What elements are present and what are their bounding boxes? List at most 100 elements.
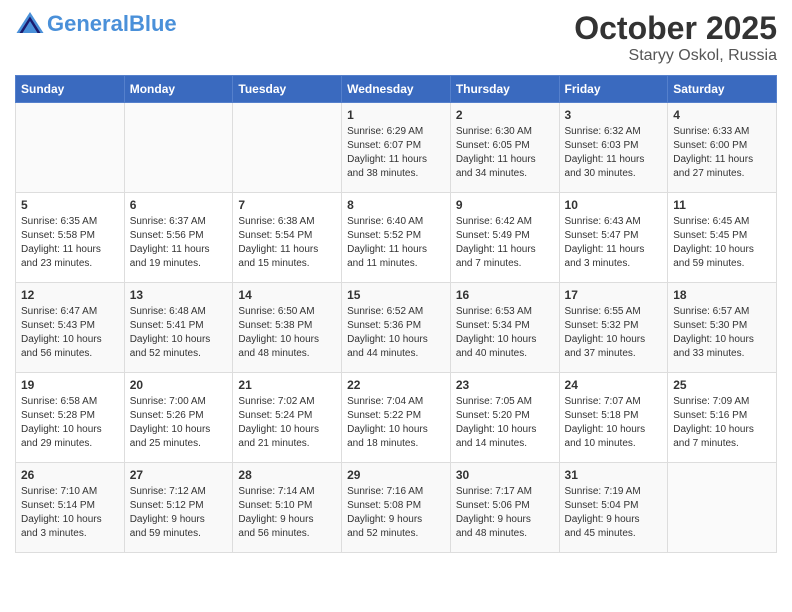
calendar-cell: 22 Sunrise: 7:04 AM Sunset: 5:22 PM Dayli…: [342, 373, 451, 463]
weekday-header-monday: Monday: [124, 76, 233, 103]
logo-icon: [15, 10, 45, 38]
day-number: 4: [673, 108, 771, 122]
day-number: 15: [347, 288, 445, 302]
calendar-cell: [124, 103, 233, 193]
calendar-cell: [233, 103, 342, 193]
calendar-week-5: 26 Sunrise: 7:10 AM Sunset: 5:14 PM Dayli…: [16, 463, 777, 553]
cell-info: Sunrise: 6:29 AM Sunset: 6:07 PM Dayligh…: [347, 125, 445, 181]
cell-info: Sunrise: 6:38 AM Sunset: 5:54 PM Dayligh…: [238, 215, 336, 271]
calendar-cell: 24 Sunrise: 7:07 AM Sunset: 5:18 PM Dayli…: [559, 373, 668, 463]
calendar-week-4: 19 Sunrise: 6:58 AM Sunset: 5:28 PM Dayli…: [16, 373, 777, 463]
weekday-header-sunday: Sunday: [16, 76, 125, 103]
calendar-cell: 5 Sunrise: 6:35 AM Sunset: 5:58 PM Daylig…: [16, 193, 125, 283]
cell-info: Sunrise: 6:35 AM Sunset: 5:58 PM Dayligh…: [21, 215, 119, 271]
calendar-cell: 17 Sunrise: 6:55 AM Sunset: 5:32 PM Dayli…: [559, 283, 668, 373]
calendar-subtitle: Staryy Oskol, Russia: [574, 47, 777, 65]
day-number: 2: [456, 108, 554, 122]
day-number: 25: [673, 378, 771, 392]
cell-info: Sunrise: 7:09 AM Sunset: 5:16 PM Dayligh…: [673, 395, 771, 451]
cell-info: Sunrise: 6:45 AM Sunset: 5:45 PM Dayligh…: [673, 215, 771, 271]
calendar-cell: 1 Sunrise: 6:29 AM Sunset: 6:07 PM Daylig…: [342, 103, 451, 193]
calendar-cell: 23 Sunrise: 7:05 AM Sunset: 5:20 PM Dayli…: [450, 373, 559, 463]
day-number: 22: [347, 378, 445, 392]
calendar-cell: 20Sunrise: 7:00 AM Sunset: 5:26 PM Dayli…: [124, 373, 233, 463]
day-number: 23: [456, 378, 554, 392]
calendar-cell: 30 Sunrise: 7:17 AM Sunset: 5:06 PM Dayli…: [450, 463, 559, 553]
weekday-header-friday: Friday: [559, 76, 668, 103]
cell-info: Sunrise: 7:17 AM Sunset: 5:06 PM Dayligh…: [456, 485, 554, 541]
day-number: 26: [21, 468, 119, 482]
logo: GeneralBlue: [15, 10, 177, 38]
day-number: 28: [238, 468, 336, 482]
cell-info: Sunrise: 7:04 AM Sunset: 5:22 PM Dayligh…: [347, 395, 445, 451]
day-number: 13: [130, 288, 228, 302]
logo-general: General: [47, 11, 129, 36]
logo-text: GeneralBlue: [47, 12, 177, 36]
day-number: 30: [456, 468, 554, 482]
cell-info: Sunrise: 7:12 AM Sunset: 5:12 PM Dayligh…: [130, 485, 228, 541]
cell-info: Sunrise: 7:19 AM Sunset: 5:04 PM Dayligh…: [565, 485, 663, 541]
weekday-header-wednesday: Wednesday: [342, 76, 451, 103]
calendar-cell: [16, 103, 125, 193]
cell-info: Sunrise: 6:57 AM Sunset: 5:30 PM Dayligh…: [673, 305, 771, 361]
day-number: 11: [673, 198, 771, 212]
calendar-week-1: 1 Sunrise: 6:29 AM Sunset: 6:07 PM Daylig…: [16, 103, 777, 193]
cell-info: Sunrise: 6:52 AM Sunset: 5:36 PM Dayligh…: [347, 305, 445, 361]
cell-info: Sunrise: 7:14 AM Sunset: 5:10 PM Dayligh…: [238, 485, 336, 541]
weekday-header-saturday: Saturday: [668, 76, 777, 103]
day-number: 3: [565, 108, 663, 122]
calendar-cell: 10 Sunrise: 6:43 AM Sunset: 5:47 PM Dayli…: [559, 193, 668, 283]
day-number: 24: [565, 378, 663, 392]
calendar-cell: 28 Sunrise: 7:14 AM Sunset: 5:10 PM Dayli…: [233, 463, 342, 553]
cell-info: Sunrise: 6:58 AM Sunset: 5:28 PM Dayligh…: [21, 395, 119, 451]
day-number: 31: [565, 468, 663, 482]
day-number: 18: [673, 288, 771, 302]
cell-info: Sunrise: 6:30 AM Sunset: 6:05 PM Dayligh…: [456, 125, 554, 181]
cell-info: Sunrise: 6:48 AM Sunset: 5:41 PM Dayligh…: [130, 305, 228, 361]
calendar-cell: 2 Sunrise: 6:30 AM Sunset: 6:05 PM Daylig…: [450, 103, 559, 193]
cell-info: Sunrise: 6:55 AM Sunset: 5:32 PM Dayligh…: [565, 305, 663, 361]
calendar-cell: 13 Sunrise: 6:48 AM Sunset: 5:41 PM Dayli…: [124, 283, 233, 373]
day-number: 12: [21, 288, 119, 302]
cell-info: Sunrise: 6:40 AM Sunset: 5:52 PM Dayligh…: [347, 215, 445, 271]
calendar-cell: 11 Sunrise: 6:45 AM Sunset: 5:45 PM Dayli…: [668, 193, 777, 283]
day-number: 20: [130, 378, 228, 392]
cell-info: Sunrise: 7:05 AM Sunset: 5:20 PM Dayligh…: [456, 395, 554, 451]
cell-info: Sunrise: 6:43 AM Sunset: 5:47 PM Dayligh…: [565, 215, 663, 271]
calendar-cell: 31 Sunrise: 7:19 AM Sunset: 5:04 PM Dayli…: [559, 463, 668, 553]
calendar-cell: 21Sunrise: 7:02 AM Sunset: 5:24 PM Dayli…: [233, 373, 342, 463]
calendar-cell: 8Sunrise: 6:40 AM Sunset: 5:52 PM Daylig…: [342, 193, 451, 283]
calendar-cell: [668, 463, 777, 553]
day-number: 27: [130, 468, 228, 482]
day-number: 5: [21, 198, 119, 212]
calendar-cell: 26 Sunrise: 7:10 AM Sunset: 5:14 PM Dayli…: [16, 463, 125, 553]
day-number: 6: [130, 198, 228, 212]
day-number: 17: [565, 288, 663, 302]
day-number: 19: [21, 378, 119, 392]
page-header: GeneralBlue October 2025 Staryy Oskol, R…: [15, 10, 777, 65]
cell-info: Sunrise: 6:47 AM Sunset: 5:43 PM Dayligh…: [21, 305, 119, 361]
calendar-table: SundayMondayTuesdayWednesdayThursdayFrid…: [15, 75, 777, 553]
page-container: GeneralBlue October 2025 Staryy Oskol, R…: [0, 0, 792, 568]
calendar-week-2: 5 Sunrise: 6:35 AM Sunset: 5:58 PM Daylig…: [16, 193, 777, 283]
logo-blue: Blue: [129, 11, 177, 36]
cell-info: Sunrise: 6:33 AM Sunset: 6:00 PM Dayligh…: [673, 125, 771, 181]
day-number: 16: [456, 288, 554, 302]
cell-info: Sunrise: 7:07 AM Sunset: 5:18 PM Dayligh…: [565, 395, 663, 451]
cell-info: Sunrise: 7:10 AM Sunset: 5:14 PM Dayligh…: [21, 485, 119, 541]
calendar-cell: 15 Sunrise: 6:52 AM Sunset: 5:36 PM Dayli…: [342, 283, 451, 373]
day-number: 29: [347, 468, 445, 482]
calendar-cell: 19 Sunrise: 6:58 AM Sunset: 5:28 PM Dayli…: [16, 373, 125, 463]
day-number: 21: [238, 378, 336, 392]
calendar-cell: 9Sunrise: 6:42 AM Sunset: 5:49 PM Daylig…: [450, 193, 559, 283]
day-number: 9: [456, 198, 554, 212]
cell-info: Sunrise: 6:50 AM Sunset: 5:38 PM Dayligh…: [238, 305, 336, 361]
cell-info: Sunrise: 7:16 AM Sunset: 5:08 PM Dayligh…: [347, 485, 445, 541]
calendar-cell: 3Sunrise: 6:32 AM Sunset: 6:03 PM Daylig…: [559, 103, 668, 193]
weekday-header-thursday: Thursday: [450, 76, 559, 103]
calendar-cell: 14Sunrise: 6:50 AM Sunset: 5:38 PM Dayli…: [233, 283, 342, 373]
calendar-cell: 18 Sunrise: 6:57 AM Sunset: 5:30 PM Dayli…: [668, 283, 777, 373]
day-number: 10: [565, 198, 663, 212]
calendar-cell: 4 Sunrise: 6:33 AM Sunset: 6:00 PM Daylig…: [668, 103, 777, 193]
day-number: 1: [347, 108, 445, 122]
